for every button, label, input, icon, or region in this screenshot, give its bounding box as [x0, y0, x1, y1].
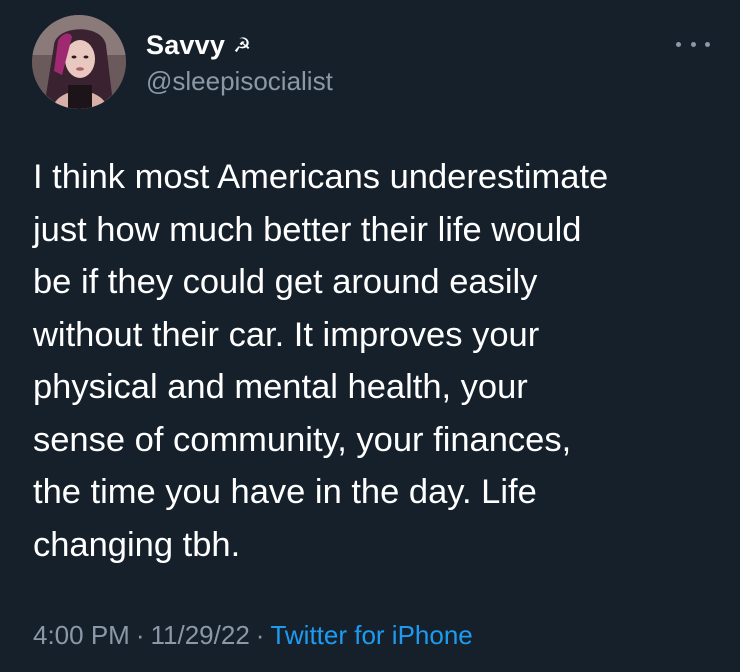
- separator: ·: [135, 620, 145, 650]
- more-dot: [690, 41, 696, 47]
- tweet-metadata: 4:00 PM · 11/29/22 · Twitter for iPhone: [33, 620, 473, 651]
- tweet-text: I think most Americans underestimate jus…: [33, 158, 609, 564]
- more-options-icon[interactable]: [676, 34, 710, 54]
- display-name[interactable]: Savvy: [146, 30, 225, 61]
- hammer-and-sickle-icon: ☭: [233, 33, 252, 57]
- more-dot: [676, 41, 681, 47]
- tweet-time[interactable]: 4:00 PM: [33, 620, 130, 650]
- avatar-image: [32, 15, 126, 109]
- avatar[interactable]: [32, 15, 126, 109]
- display-name-row[interactable]: Savvy ☭: [146, 28, 333, 62]
- tweet-source-link[interactable]: Twitter for iPhone: [270, 620, 472, 650]
- author-info: Savvy ☭ @sleepisocialist: [146, 28, 333, 97]
- tweet-date[interactable]: 11/29/22: [151, 620, 250, 650]
- separator: ·: [255, 620, 265, 650]
- user-handle[interactable]: @sleepisocialist: [146, 66, 333, 97]
- more-dot: [705, 41, 710, 47]
- tweet-card: Savvy ☭ @sleepisocialist I think most Am…: [0, 0, 740, 672]
